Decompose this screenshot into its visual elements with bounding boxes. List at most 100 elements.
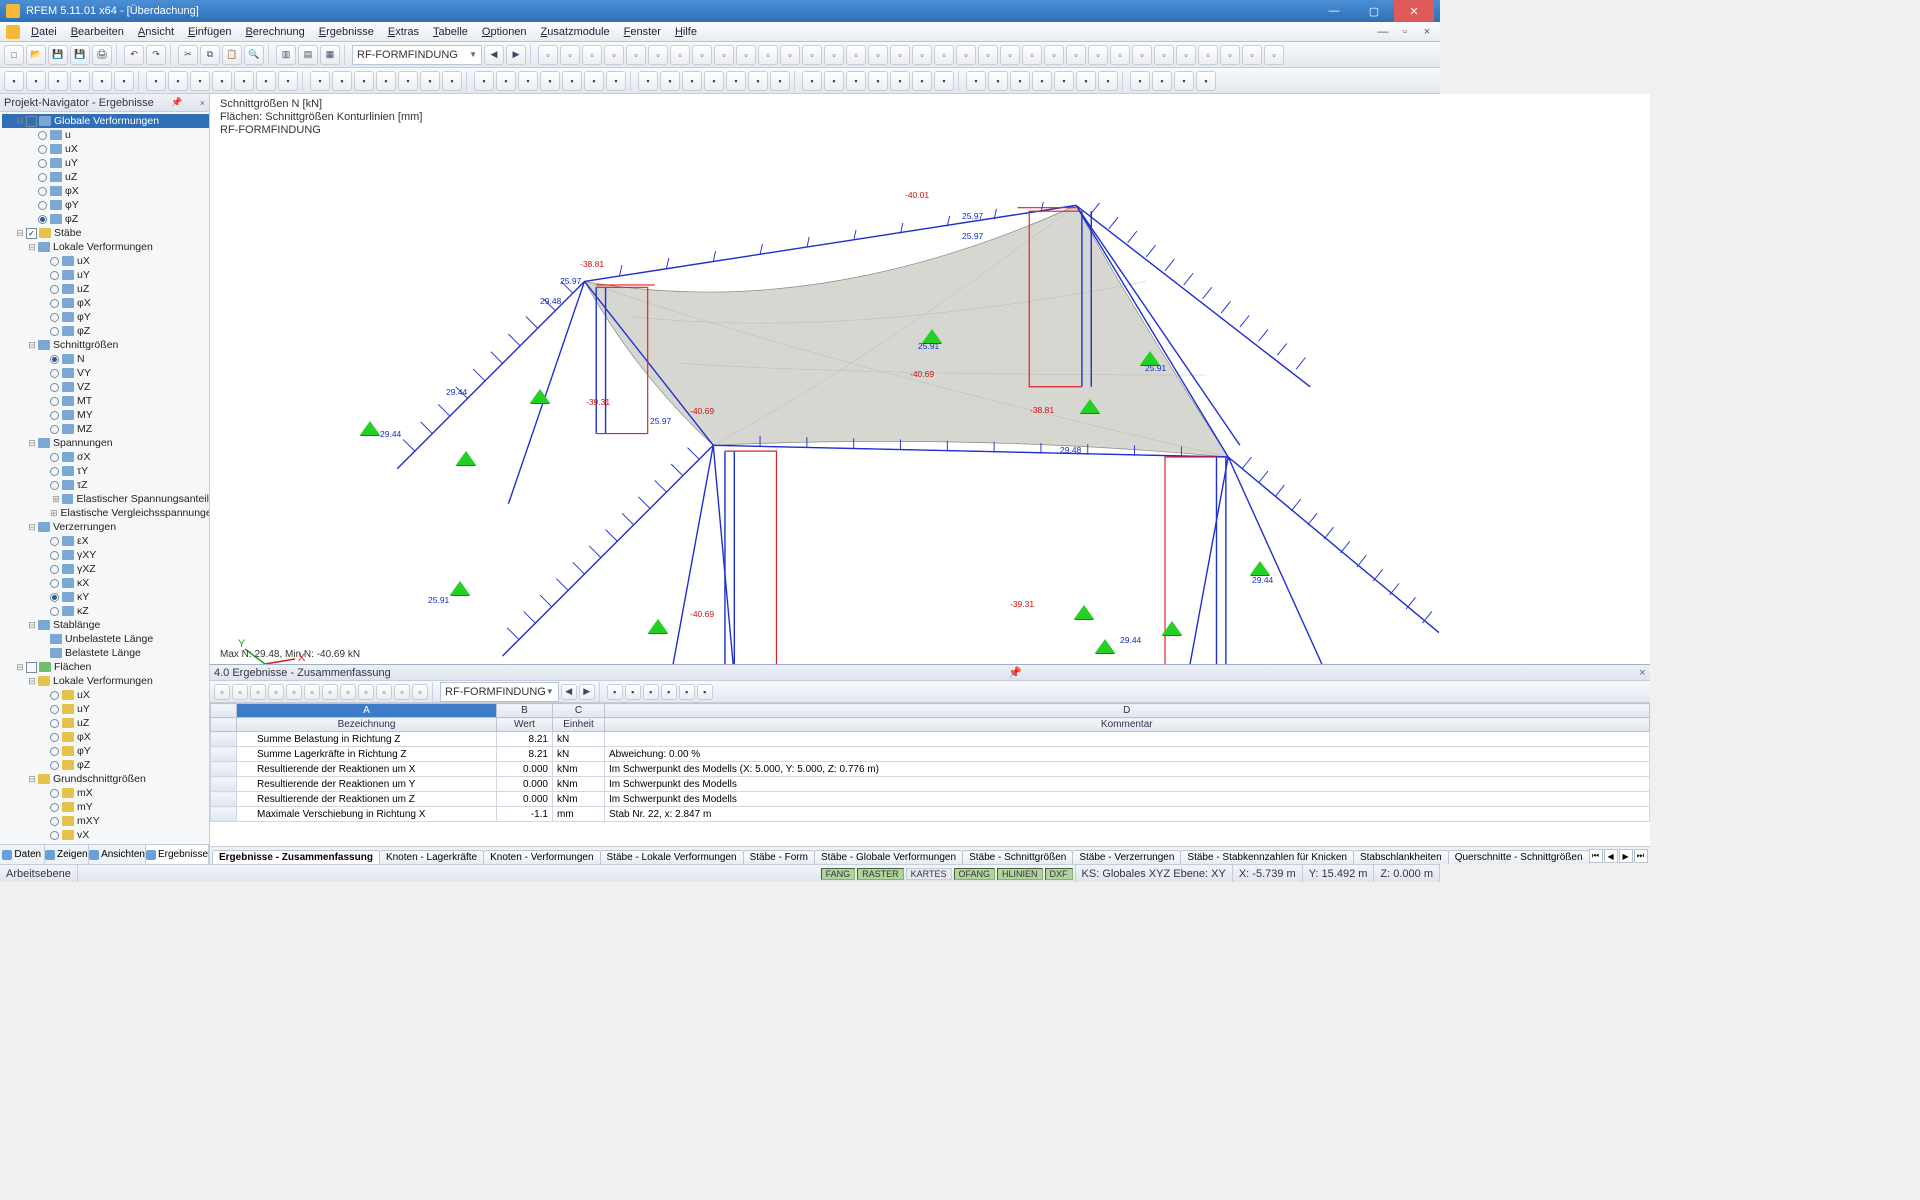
tree-item[interactable]: φX	[2, 296, 209, 310]
save-icon[interactable]: 💾	[48, 45, 68, 65]
toolbar-button[interactable]: ▫	[1022, 45, 1042, 65]
copy-icon[interactable]: ⧉	[200, 45, 220, 65]
close-panel-icon[interactable]: ×	[200, 98, 205, 108]
tree-item[interactable]: φZ	[2, 758, 209, 772]
menu-bearbeiten[interactable]: Bearbeiten	[64, 26, 131, 38]
toolbar-button[interactable]: ▪	[540, 71, 560, 91]
tree-item[interactable]: ⊟Stablänge	[2, 618, 209, 632]
results-tab[interactable]: Stäbe - Verzerrungen	[1072, 850, 1181, 864]
results-tab[interactable]: Stäbe - Stabkennzahlen für Knicken	[1180, 850, 1354, 864]
tree-item[interactable]: u	[2, 128, 209, 142]
toolbar-button[interactable]: ▪	[114, 71, 134, 91]
tab-prev-icon[interactable]: ◀	[1604, 849, 1618, 863]
loadcase-combo[interactable]: RF-FORMFINDUNG ▼	[352, 45, 482, 65]
toolbar-button[interactable]: ▪	[912, 71, 932, 91]
tree-item[interactable]: uZ	[2, 282, 209, 296]
toolbar-button[interactable]: ▫	[1154, 45, 1174, 65]
tree-item[interactable]: φY	[2, 310, 209, 324]
tree-item[interactable]: ⊞Elastische Vergleichsspannungen	[2, 506, 209, 520]
toolbar-button[interactable]: ▫	[394, 684, 410, 700]
toolbar-button[interactable]: ▫	[846, 45, 866, 65]
toolbar-button[interactable]: ▫	[340, 684, 356, 700]
menu-ergebnisse[interactable]: Ergebnisse	[312, 26, 381, 38]
tree-item[interactable]: uX	[2, 254, 209, 268]
toolbar-button[interactable]: ▪	[966, 71, 986, 91]
toolbar-button[interactable]: ▪	[256, 71, 276, 91]
tree-item[interactable]: ⊟Globale Verformungen	[2, 114, 209, 128]
tree-item[interactable]: ⊟Flächen	[2, 660, 209, 674]
menu-einfügen[interactable]: Einfügen	[181, 26, 238, 38]
toolbar-button[interactable]: ▪	[868, 71, 888, 91]
toolbar-button[interactable]: ▪	[748, 71, 768, 91]
toolbar-button[interactable]: ▪	[212, 71, 232, 91]
toolbar-button[interactable]: ▫	[582, 45, 602, 65]
toolbar-button[interactable]: ▪	[802, 71, 822, 91]
toolbar-button[interactable]: ▪	[643, 684, 659, 700]
tree-item[interactable]: VY	[2, 366, 209, 380]
toolbar-button[interactable]: ▫	[304, 684, 320, 700]
new-file-icon[interactable]: □	[4, 45, 24, 65]
toolbar-button[interactable]: ▪	[704, 71, 724, 91]
tree-item[interactable]: ⊟Lokale Verformungen	[2, 240, 209, 254]
next-case-icon[interactable]: ▶	[506, 45, 526, 65]
next-icon[interactable]: ▶	[579, 684, 595, 700]
toolbar-button[interactable]: ▫	[1176, 45, 1196, 65]
table-row[interactable]: Resultierende der Reaktionen um Y0.000kN…	[211, 777, 1650, 792]
toolbar-button[interactable]: ▪	[890, 71, 910, 91]
toolbar-button[interactable]: ▪	[1010, 71, 1030, 91]
toolbar-button[interactable]: ▪	[679, 684, 695, 700]
toolbar-button[interactable]: ▪	[988, 71, 1008, 91]
toolbar-button[interactable]: ▫	[250, 684, 266, 700]
toolbar-button[interactable]: ▪	[146, 71, 166, 91]
toolbar-button[interactable]: ▪	[682, 71, 702, 91]
col-header[interactable]: D	[605, 704, 1650, 718]
toolbar-button[interactable]: ▪	[726, 71, 746, 91]
close-panel-icon[interactable]: ×	[1639, 667, 1645, 679]
toolbar-button[interactable]: ▪	[1098, 71, 1118, 91]
results-tab[interactable]: Querschnitte - Schnittgrößen	[1448, 850, 1590, 864]
status-toggle-raster[interactable]: RASTER	[857, 868, 904, 880]
tree-item[interactable]: γXZ	[2, 562, 209, 576]
menu-tabelle[interactable]: Tabelle	[426, 26, 475, 38]
menu-ansicht[interactable]: Ansicht	[131, 26, 181, 38]
tree-item[interactable]: uX	[2, 142, 209, 156]
nav-tab-daten[interactable]: Daten	[0, 845, 45, 864]
menu-optionen[interactable]: Optionen	[475, 26, 534, 38]
toolbar-button[interactable]: ▫	[626, 45, 646, 65]
toolbar-button[interactable]: ▫	[714, 45, 734, 65]
toolbar-button[interactable]: ▫	[268, 684, 284, 700]
toolbar-button[interactable]: ▪	[661, 684, 677, 700]
cut-icon[interactable]: ✂	[178, 45, 198, 65]
toolbar-button[interactable]: ▫	[956, 45, 976, 65]
panel3-icon[interactable]: ▦	[320, 45, 340, 65]
tree-item[interactable]: ⊟Grundschnittgrößen	[2, 772, 209, 786]
tree-item[interactable]: uX	[2, 688, 209, 702]
table-row[interactable]: Summe Belastung in Richtung Z8.21kN	[211, 732, 1650, 747]
table-row[interactable]: Maximale Verschiebung in Richtung X-1.1m…	[211, 807, 1650, 822]
tree-item[interactable]: ⊟Lokale Verformungen	[2, 674, 209, 688]
toolbar-button[interactable]: ▫	[412, 684, 428, 700]
toolbar-button[interactable]: ▫	[758, 45, 778, 65]
tree-item[interactable]: τY	[2, 464, 209, 478]
undo-icon[interactable]: ↶	[124, 45, 144, 65]
menu-hilfe[interactable]: Hilfe	[668, 26, 704, 38]
tree-item[interactable]: N	[2, 352, 209, 366]
toolbar-button[interactable]: ▪	[660, 71, 680, 91]
toolbar-button[interactable]: ▫	[560, 45, 580, 65]
navigator-tree[interactable]: ⊟Globale VerformungenuuXuYuZφXφYφZ⊟✓Stäb…	[0, 112, 209, 844]
tab-first-icon[interactable]: ⏮	[1589, 849, 1603, 863]
toolbar-button[interactable]: ▪	[1054, 71, 1074, 91]
results-tab[interactable]: Stäbe - Lokale Verformungen	[600, 850, 744, 864]
prev-icon[interactable]: ◀	[561, 684, 577, 700]
toolbar-button[interactable]: ▪	[1076, 71, 1096, 91]
panel1-icon[interactable]: ▥	[276, 45, 296, 65]
toolbar-button[interactable]: ▫	[1242, 45, 1262, 65]
toolbar-button[interactable]: ▪	[934, 71, 954, 91]
tree-item[interactable]: φY	[2, 198, 209, 212]
maximize-button[interactable]: ▢	[1354, 0, 1394, 22]
toolbar-button[interactable]: ▪	[824, 71, 844, 91]
menu-fenster[interactable]: Fenster	[617, 26, 668, 38]
tree-item[interactable]: κX	[2, 576, 209, 590]
tree-item[interactable]: ⊟Spannungen	[2, 436, 209, 450]
tree-item[interactable]: uY	[2, 702, 209, 716]
